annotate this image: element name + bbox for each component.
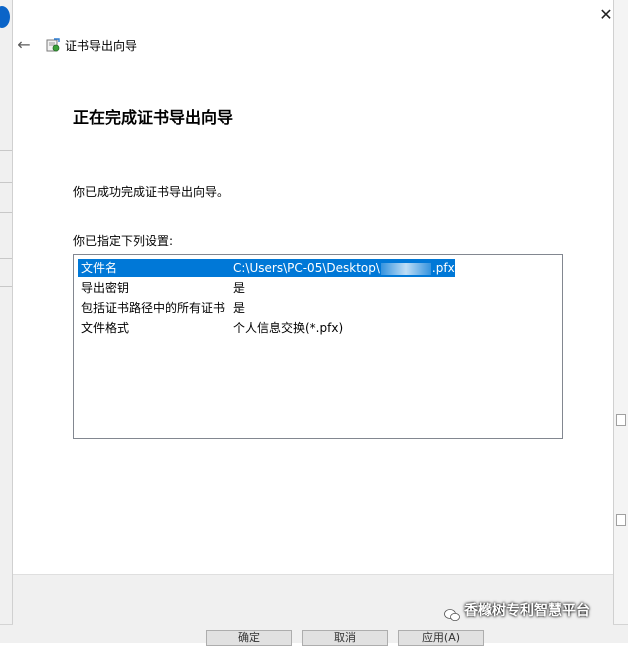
settings-label: 你已指定下列设置: — [73, 234, 174, 248]
background-divider — [0, 286, 12, 287]
window-title: 证书导出向导 — [65, 39, 138, 53]
background-divider — [0, 258, 12, 259]
background-checkbox — [616, 514, 626, 526]
setting-key: 文件格式 — [81, 321, 130, 335]
setting-value: 是 — [233, 281, 246, 295]
success-message: 你已成功完成证书导出向导。 — [73, 185, 230, 199]
background-divider — [0, 150, 12, 151]
background-app-icon — [0, 6, 10, 28]
back-arrow-icon[interactable]: ← — [13, 35, 35, 55]
settings-row-filename[interactable]: 文件名 C:\Users\PC-05\Desktop\ .pfx — [78, 259, 455, 277]
setting-key: 导出密钥 — [81, 281, 130, 295]
background-divider — [0, 212, 12, 213]
wechat-icon — [444, 604, 460, 621]
certificate-export-wizard-dialog: ✕ ← 证书导出向导 正在完成证书导出向导 你已成功完成证书导出向导。 你已指定… — [12, 0, 615, 625]
close-button[interactable]: ✕ — [597, 6, 615, 24]
settings-row-export-key[interactable]: 导出密钥 是 — [78, 279, 245, 297]
background-divider — [0, 182, 12, 183]
page-heading: 正在完成证书导出向导 — [73, 108, 234, 127]
setting-key: 包括证书路径中的所有证书 — [81, 301, 226, 315]
setting-value: C:\Users\PC-05\Desktop\ .pfx — [233, 259, 455, 277]
redacted-filename — [380, 262, 431, 275]
background-apply-button[interactable]: 应用(A) — [398, 630, 484, 646]
filename-path: C:\Users\PC-05\Desktop\ — [233, 261, 380, 275]
background-window-right — [613, 0, 628, 642]
setting-value: 是 — [233, 301, 246, 315]
settings-list[interactable]: 文件名 C:\Users\PC-05\Desktop\ .pfx 导出密钥 是 包… — [73, 254, 563, 439]
setting-value: 个人信息交换(*.pfx) — [233, 321, 344, 335]
watermark-text: 香橼树专利智慧平台 — [464, 603, 590, 619]
background-checkbox — [616, 414, 626, 426]
background-ok-button[interactable]: 确定 — [206, 630, 292, 646]
certificate-icon — [45, 37, 61, 53]
settings-row-file-format[interactable]: 文件格式 个人信息交换(*.pfx) — [78, 319, 343, 337]
settings-row-include-chain[interactable]: 包括证书路径中的所有证书 是 — [78, 299, 245, 317]
background-cancel-button[interactable]: 取消 — [302, 630, 388, 646]
watermark: 香橼树专利智慧平台 — [444, 597, 612, 625]
filename-extension: .pfx — [431, 261, 455, 275]
setting-key: 文件名 — [81, 261, 118, 275]
